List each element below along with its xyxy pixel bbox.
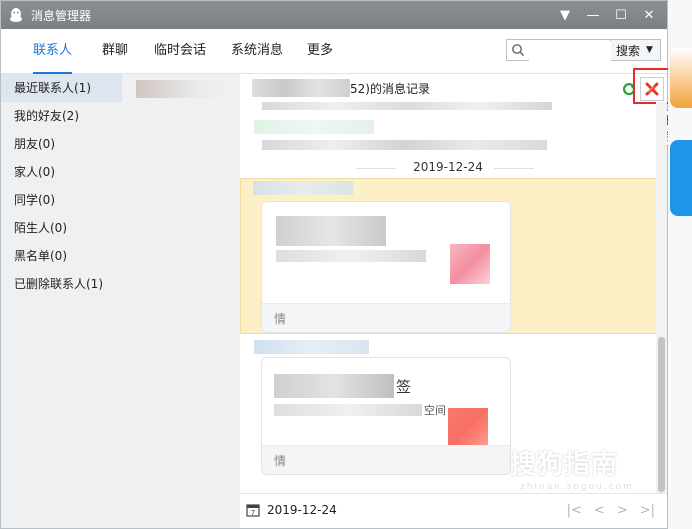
contact-name-blurred <box>252 79 350 97</box>
sidebar-item-deleted[interactable]: 已删除联系人(1) <box>1 270 122 298</box>
blurred-card-text <box>276 250 426 262</box>
window-title: 消息管理器 <box>31 8 92 23</box>
maximize-icon[interactable]: ☐ <box>607 1 635 29</box>
tab-group-chats[interactable]: 群聊 <box>102 29 128 73</box>
contact-groups-sidebar: 最近联系人(1) 我的好友(2) 朋友(0) 家人(0) 同学(0) 陌生人(0… <box>1 74 123 528</box>
tab-contacts[interactable]: 联系人 <box>33 29 73 74</box>
message-header: 52)的消息记录 删除 <box>240 68 677 146</box>
background-app-icon <box>670 140 692 216</box>
message-footer: 7 2019-12-24 |< < > >| <box>240 493 667 528</box>
sidebar-item-pengyou[interactable]: 朋友(0) <box>1 130 122 158</box>
blurred-card-title <box>276 216 386 246</box>
sidebar-item-blacklist[interactable]: 黑名单(0) <box>1 242 122 270</box>
blurred-sender-name <box>254 340 369 354</box>
tab-temp-sessions[interactable]: 临时会话 <box>154 29 206 73</box>
search-input[interactable] <box>529 41 613 61</box>
message-scrollbar[interactable] <box>656 102 667 494</box>
sidebar-item-family[interactable]: 家人(0) <box>1 158 122 186</box>
first-page-icon[interactable]: |< <box>567 503 582 518</box>
prev-page-icon[interactable]: < <box>594 503 605 518</box>
shared-card[interactable]: 签 空间 情 <box>261 357 511 475</box>
card-footer: 情 <box>262 303 510 332</box>
scrollbar-thumb[interactable] <box>658 337 665 492</box>
blurred-card-text <box>274 404 422 416</box>
card-thumbnail <box>448 408 488 448</box>
sidebar-item-classmates[interactable]: 同学(0) <box>1 186 122 214</box>
svg-text:7: 7 <box>251 509 255 517</box>
pagination: |< < > >| <box>567 503 655 518</box>
search-box <box>506 39 613 61</box>
calendar-icon[interactable]: 7 <box>246 503 260 517</box>
card-side-label: 空间 <box>424 404 446 417</box>
annotation-highlight-box <box>633 68 673 104</box>
search-button[interactable]: 搜索 ▼ <box>611 39 661 61</box>
window-controls: ▼ — ☐ ✕ <box>551 1 663 29</box>
message-list: 2019-12-24 情 签 空间 情 <box>240 102 656 494</box>
sidebar-item-friends[interactable]: 我的好友(2) <box>1 102 122 130</box>
minimize-icon[interactable]: — <box>579 1 607 29</box>
sidebar-item-strangers[interactable]: 陌生人(0) <box>1 214 122 242</box>
title-bar[interactable]: 消息管理器 ▼ — ☐ ✕ <box>1 1 667 29</box>
card-footer-label: 情 <box>274 312 287 326</box>
qq-penguin-icon <box>10 8 22 22</box>
watermark-text: 搜狗指南 <box>510 450 619 480</box>
last-page-icon[interactable]: >| <box>640 503 655 518</box>
chevron-down-icon[interactable]: ▼ <box>646 45 653 55</box>
blurred-sender-name <box>253 181 353 195</box>
message-history-title: 52)的消息记录 <box>350 82 430 96</box>
next-page-icon[interactable]: > <box>617 503 628 518</box>
sidebar-item-recent[interactable]: 最近联系人(1) <box>1 74 122 102</box>
card-title-tail: 签 <box>396 378 412 396</box>
date-separator: 2019-12-24 <box>240 160 656 174</box>
shared-card[interactable]: 情 <box>261 201 511 333</box>
close-icon[interactable]: ✕ <box>635 1 663 29</box>
blurred-card-title <box>274 374 394 398</box>
tab-more[interactable]: 更多 <box>307 29 333 73</box>
selected-message-block[interactable]: 情 <box>240 178 656 334</box>
contact-list <box>122 74 240 528</box>
blurred-message-line <box>262 140 547 150</box>
background-app-icon <box>670 48 692 108</box>
contact-item-blurred[interactable] <box>136 80 226 98</box>
card-thumbnail <box>450 244 490 284</box>
nav-bar: 联系人 群聊 临时会话 系统消息 更多 搜索 ▼ <box>1 29 667 74</box>
blurred-message-line <box>262 102 552 110</box>
search-button-label: 搜索 <box>616 43 641 58</box>
tab-system-messages[interactable]: 系统消息 <box>231 29 283 73</box>
dropdown-menu-icon[interactable]: ▼ <box>551 1 579 29</box>
card-footer: 情 <box>262 445 510 474</box>
search-icon <box>512 44 525 57</box>
blurred-sender-name <box>254 120 374 134</box>
watermark-url: zhinan.sogou.com <box>520 482 634 492</box>
card-footer-label: 情 <box>274 454 287 468</box>
footer-date[interactable]: 2019-12-24 <box>267 503 337 517</box>
